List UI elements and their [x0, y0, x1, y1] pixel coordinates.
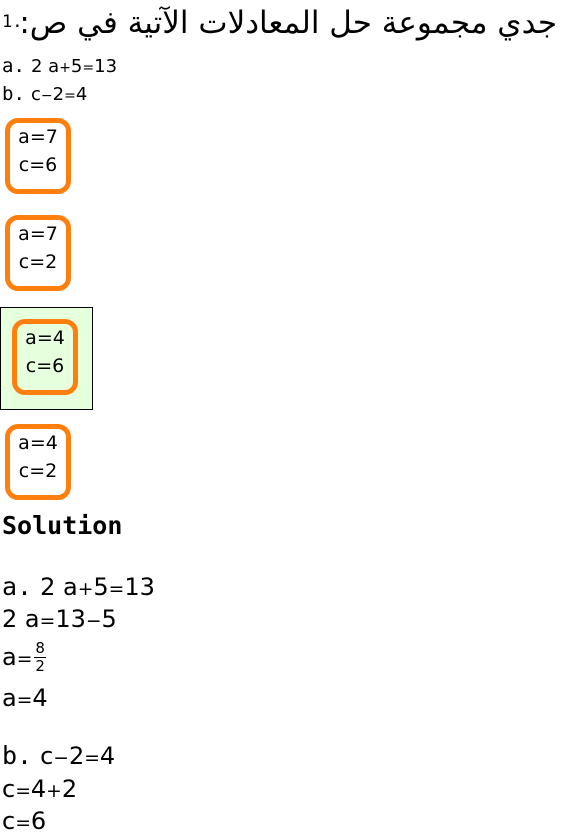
solution-a-4-var: a [2, 684, 17, 712]
solution-a-2-rhs2: 5 [101, 605, 117, 633]
solution-b-1-const: 2 [68, 742, 85, 770]
question-text: جدي مجموعة حل المعادلات الآتية في ص: [19, 5, 557, 41]
option-4-a: a=4 [18, 432, 58, 454]
solution-b-2-rhs2: 2 [61, 775, 78, 803]
equation-a-const: 5 [70, 56, 83, 77]
solution-b-1-var: c [40, 742, 54, 770]
solution-a-1-coef: 2 [40, 573, 56, 601]
solution-a-4-value: 4 [32, 684, 48, 712]
equation-a-coef: 2 [30, 56, 43, 77]
solution-a-2-var: a [24, 605, 40, 633]
answer-option-4[interactable]: a=4 c=2 [5, 424, 71, 500]
solution-a-2-op: − [85, 611, 102, 632]
option-1-c: c=6 [18, 154, 58, 176]
solution-b-line-1: b. c−2=4 [2, 741, 116, 770]
solution-b-2-var: c [2, 775, 16, 803]
solution-title: Solution [2, 511, 123, 540]
equation-b-var: c [30, 84, 41, 105]
solution-a-line-1: a. 2 a+5=13 [2, 572, 155, 601]
equation-b-op: − [40, 88, 53, 104]
solution-a-2-coef: 2 [2, 605, 18, 633]
solution-b-3-value: 6 [30, 807, 47, 835]
option-3-c: c=6 [25, 355, 65, 377]
solution-a-1-rhs: 13 [124, 573, 155, 601]
solution-a-line-4: a=4 [2, 684, 48, 712]
solution-b-3-var: c [2, 807, 16, 835]
answer-option-2[interactable]: a=7 c=2 [5, 215, 71, 291]
equation-a: a. 2 a+5=13 [2, 55, 118, 77]
solution-a-line-2: 2 a=13−5 [2, 605, 117, 633]
solution-b-line-2: c=4+2 [2, 775, 78, 803]
fraction-numerator: 8 [34, 639, 46, 658]
solution-a-1-const: 5 [93, 573, 109, 601]
solution-a-line-3: a= 8 2 [2, 639, 46, 675]
solution-b-label: b. [2, 741, 33, 770]
answer-option-1[interactable]: a=7 c=6 [5, 118, 71, 194]
solution-b-1-rhs: 4 [99, 742, 116, 770]
solution-a-1-var: a [62, 573, 78, 601]
option-3-a: a=4 [25, 327, 65, 349]
fraction-denominator: 2 [35, 657, 45, 675]
solution-a-fraction: 82 [34, 640, 46, 675]
solution-b-1-op: − [53, 748, 69, 769]
solution-b-line-3: c=6 [2, 807, 47, 835]
equation-a-rhs: 13 [94, 56, 118, 77]
equation-a-label: a. [2, 55, 25, 77]
answer-option-3[interactable]: a=4 c=6 [12, 319, 78, 395]
equation-b: b. c−2=4 [2, 83, 88, 105]
equation-b-rhs: 4 [75, 84, 88, 105]
option-2-a: a=7 [18, 223, 58, 245]
equation-b-const: 2 [52, 84, 65, 105]
solution-b-2-op: + [46, 781, 62, 802]
solution-a-label: a. [2, 572, 33, 601]
solution-a-1-op: + [77, 579, 94, 600]
equation-a-var: a [48, 56, 60, 77]
equation-b-label: b. [2, 83, 25, 105]
option-2-c: c=2 [18, 251, 58, 273]
equation-a-op: + [59, 60, 71, 76]
solution-b-2-rhs1: 4 [30, 775, 47, 803]
solution-a-2-rhs1: 13 [55, 605, 86, 633]
option-4-c: c=2 [18, 460, 58, 482]
option-1-a: a=7 [18, 126, 58, 148]
solution-a-3-var: a [2, 642, 17, 671]
